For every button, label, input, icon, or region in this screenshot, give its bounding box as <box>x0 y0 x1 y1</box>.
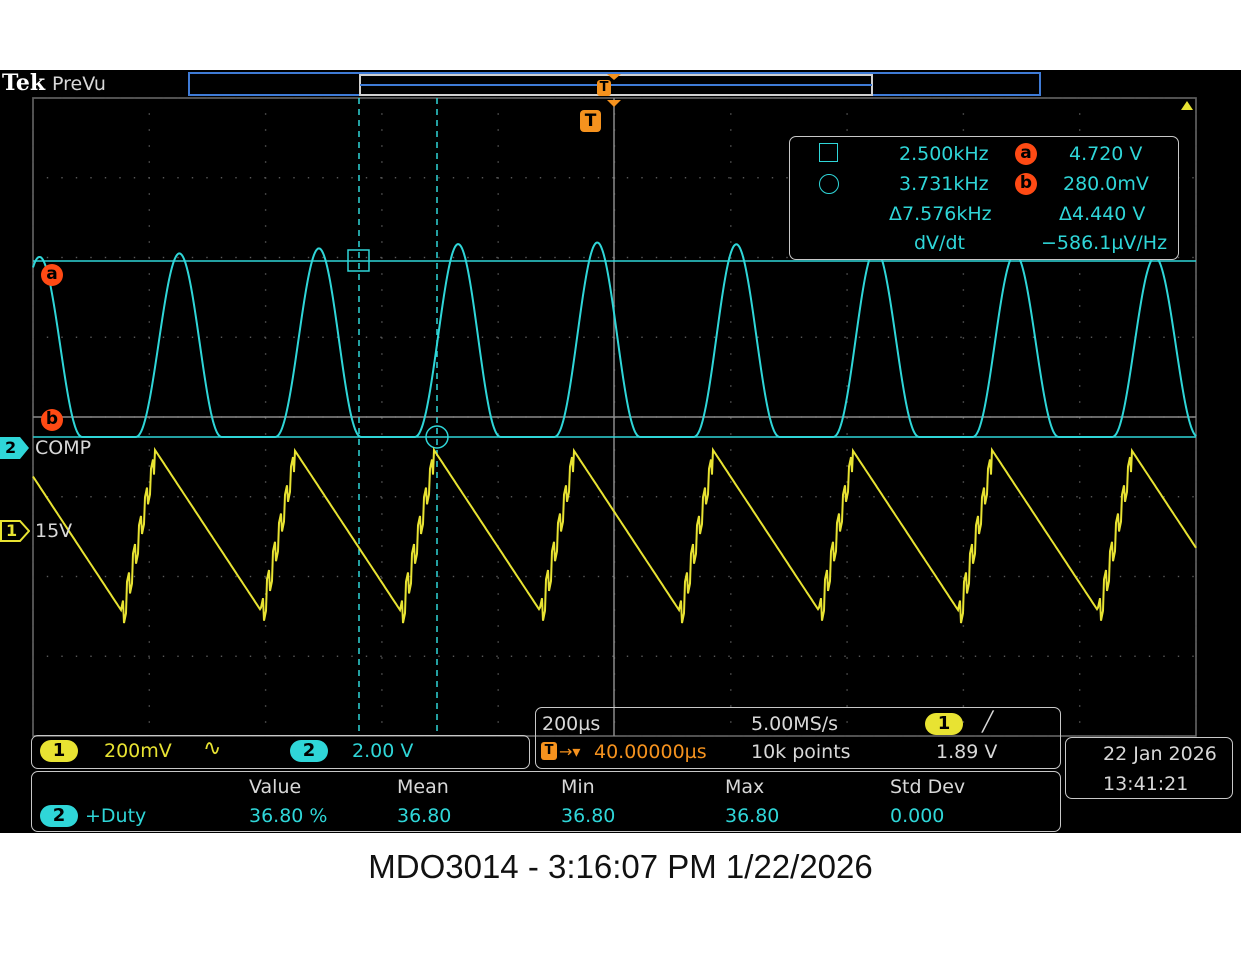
horizontal-scale[interactable]: 200µs <box>542 713 600 735</box>
delta-value: Δ4.440 V <box>1059 203 1146 225</box>
oscilloscope-screen: Tek PreVu T T 2.500kHz a 4.720 V 3.731kH… <box>0 70 1241 833</box>
ch2-ground-marker[interactable]: 2 <box>0 437 29 459</box>
meas-min: 36.80 <box>561 805 616 827</box>
trigger-position-arrow <box>607 100 621 107</box>
ch1-scale[interactable]: 200mV <box>104 740 172 762</box>
meas-header-mean: Mean <box>397 776 449 798</box>
record-length: 10k points <box>751 741 851 763</box>
cursor-b-value: 280.0mV <box>1063 173 1149 195</box>
trigger-position-icon: T <box>541 742 557 760</box>
trigger-arrow-icon: →▾ <box>559 742 581 761</box>
ch2-label: COMP <box>35 437 92 459</box>
trigger-level-arrow <box>1181 101 1193 110</box>
meas-name: +Duty <box>85 805 147 827</box>
date-display: 22 Jan 2026 <box>1103 743 1217 765</box>
cursor2-frequency: 3.731kHz <box>899 173 989 195</box>
square-cursor-icon <box>819 143 838 162</box>
cursor1-frequency: 2.500kHz <box>899 143 989 165</box>
ch1-label: 15V <box>35 520 73 542</box>
meas-mean: 36.80 <box>397 805 452 827</box>
screenshot-caption: MDO3014 - 3:16:07 PM 1/22/2026 <box>368 848 873 885</box>
ch1-badge[interactable]: 1 <box>40 740 78 762</box>
dvdt-value: −586.1µV/Hz <box>1041 232 1168 254</box>
cursor-a-value: 4.720 V <box>1069 143 1143 165</box>
trigger-top-arrow <box>607 74 621 80</box>
meas-header-value: Value <box>249 776 302 798</box>
meas-value: 36.80 % <box>249 805 328 827</box>
trigger-slope-icon: ╱ <box>982 711 994 733</box>
circle-cursor-icon <box>819 174 839 194</box>
meas-max: 36.80 <box>725 805 780 827</box>
meas-stddev: 0.000 <box>890 805 945 827</box>
delta-frequency: Δ7.576kHz <box>889 203 992 225</box>
ch2-scale[interactable]: 2.00 V <box>352 740 413 762</box>
meas-channel-badge[interactable]: 2 <box>40 805 78 827</box>
ch1-coupling-icon: ∿ <box>203 736 222 761</box>
time-display: 13:41:21 <box>1103 773 1189 795</box>
trigger-t-marker: T <box>580 110 601 132</box>
trigger-level[interactable]: 1.89 V <box>936 741 997 763</box>
cursor-a-marker: a <box>41 264 63 286</box>
trigger-delay[interactable]: 40.00000µs <box>594 741 707 763</box>
cursor-b-marker: b <box>41 409 63 431</box>
meas-header-min: Min <box>561 776 595 798</box>
ch1-ground-marker[interactable]: 1 <box>0 520 31 542</box>
cursor-a-badge: a <box>1015 143 1037 165</box>
meas-header-max: Max <box>725 776 765 798</box>
meas-header-stddev: Std Dev <box>890 776 966 798</box>
ch2-badge[interactable]: 2 <box>290 740 328 762</box>
sample-rate: 5.00MS/s <box>751 713 839 735</box>
cursor-b-badge: b <box>1015 173 1037 195</box>
dvdt-label: dV/dt <box>914 232 965 254</box>
trigger-t-icon: T <box>597 80 611 96</box>
trigger-source-badge[interactable]: 1 <box>925 713 963 735</box>
